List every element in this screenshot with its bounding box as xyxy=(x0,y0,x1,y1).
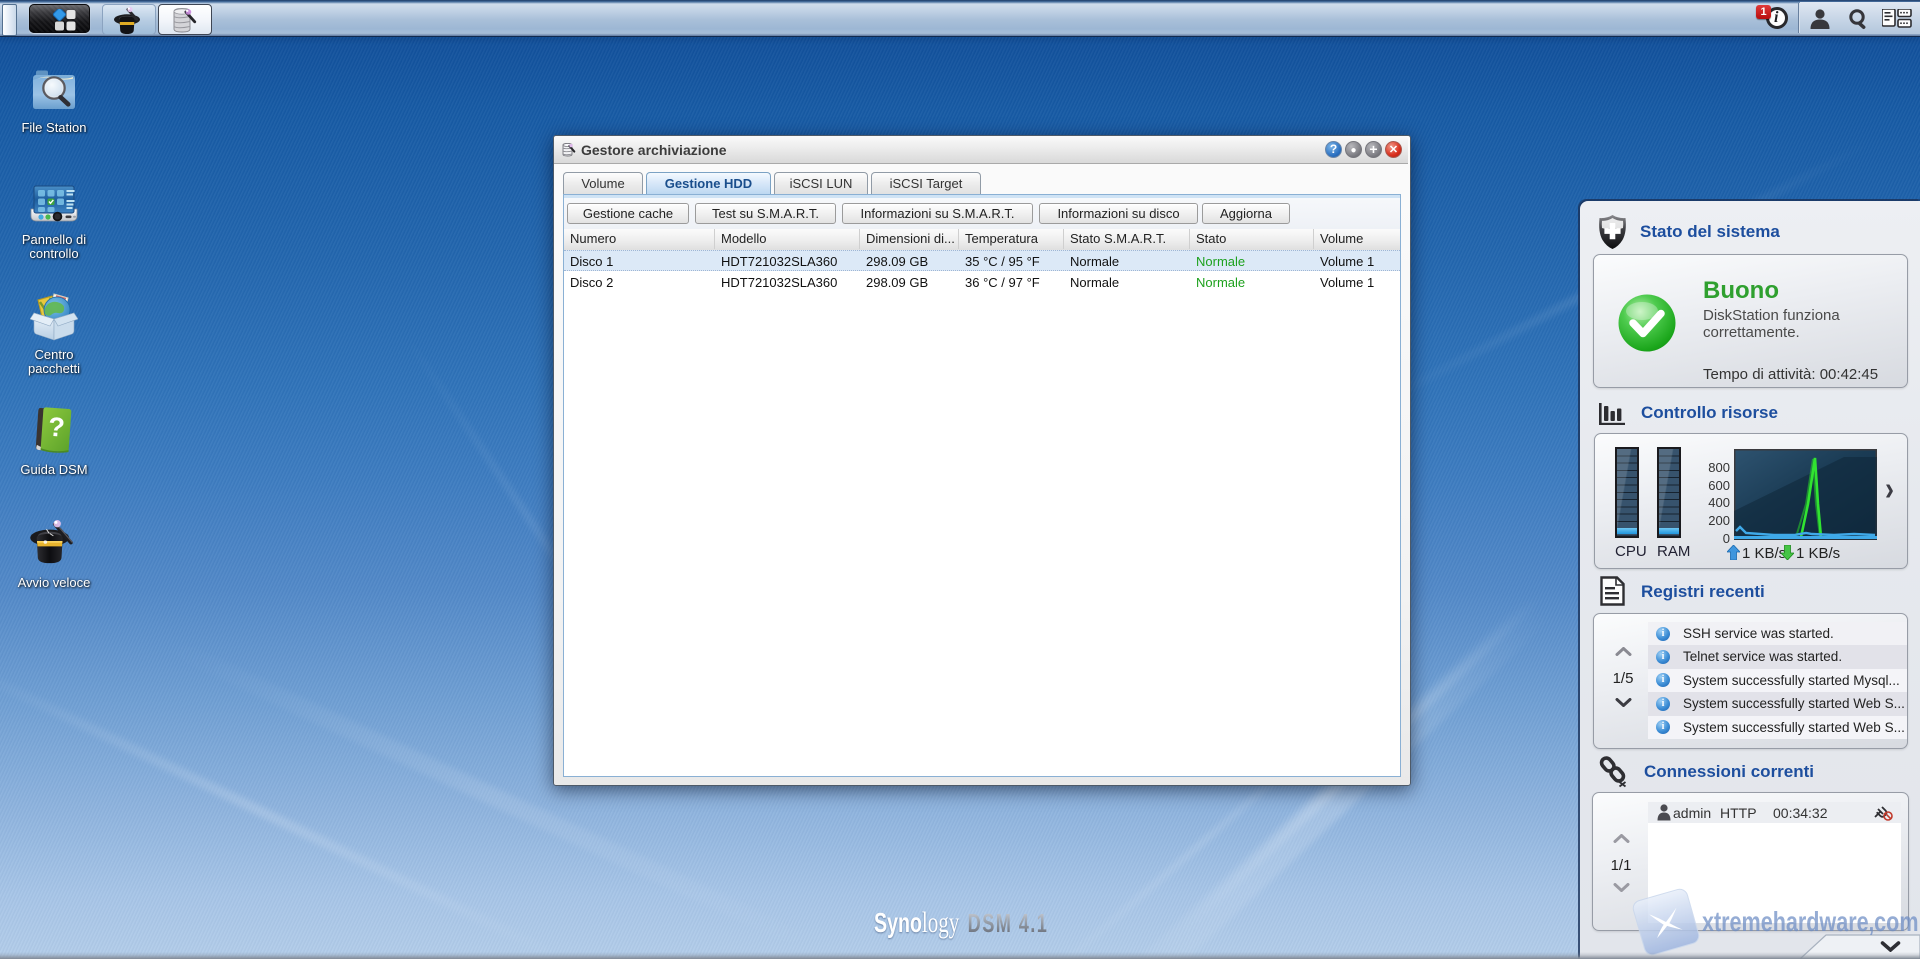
svg-text:?: ? xyxy=(47,412,66,443)
